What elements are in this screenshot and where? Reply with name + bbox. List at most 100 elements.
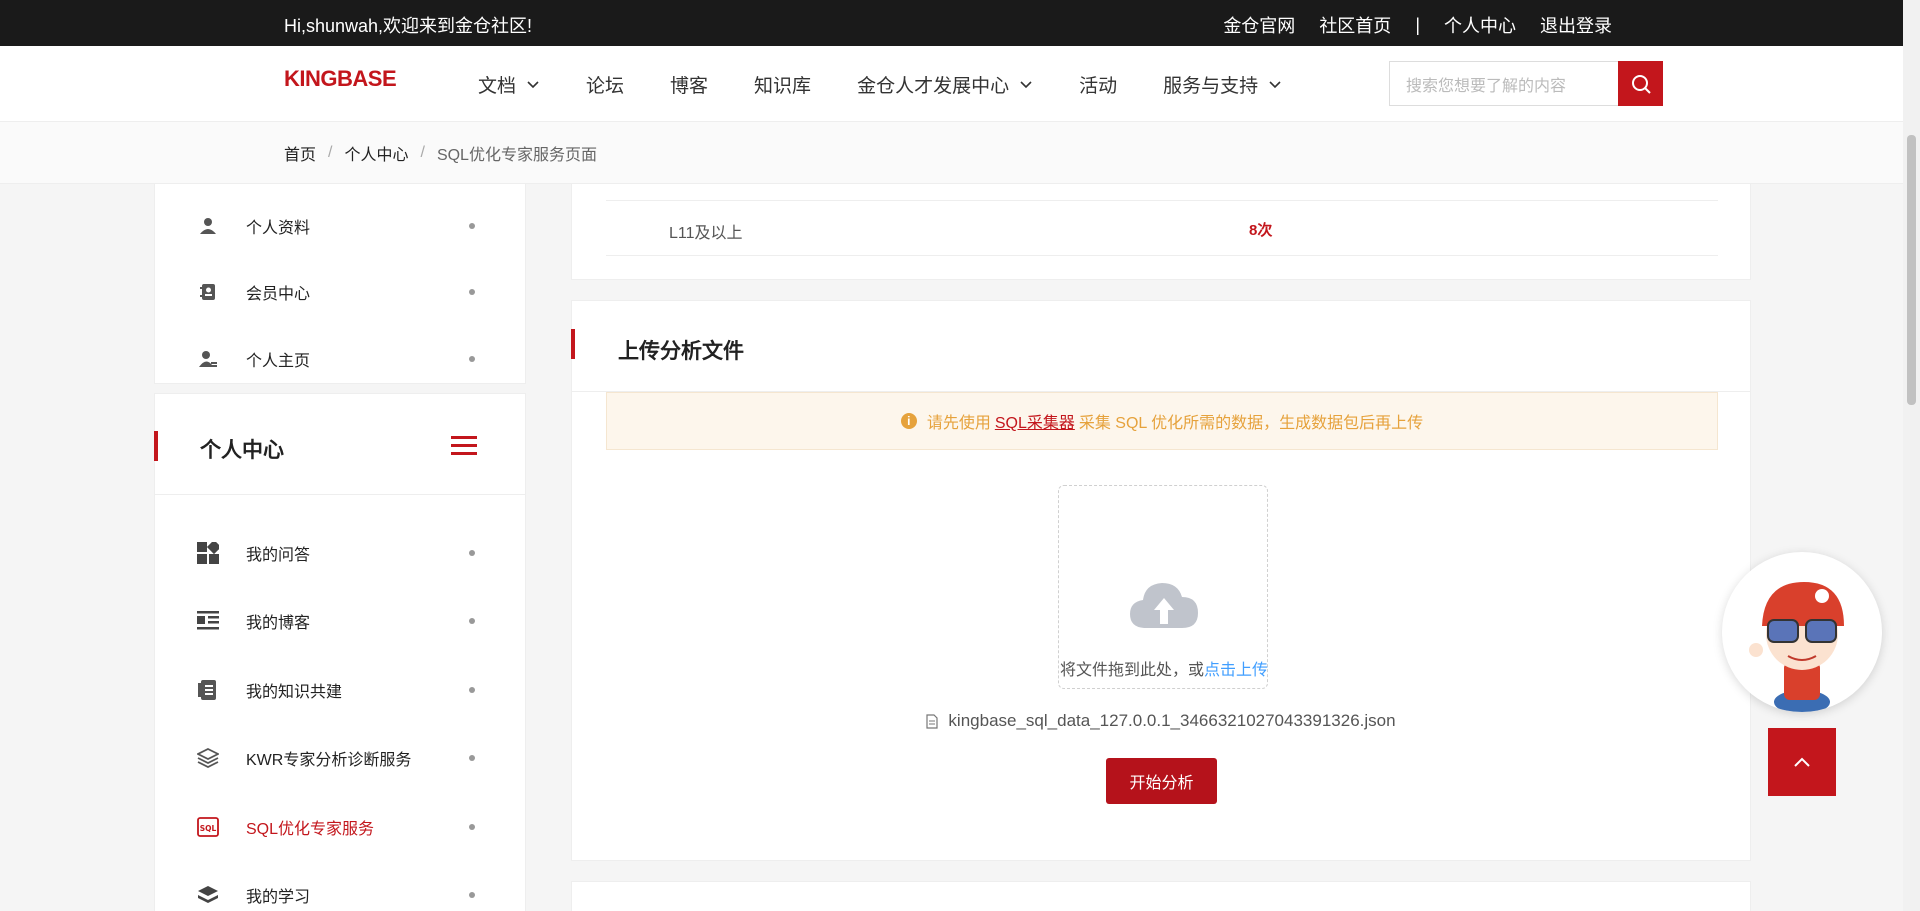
cloud-upload-icon [1130, 583, 1198, 628]
sidebar-item-member-center[interactable]: 会员中心 [155, 272, 527, 312]
nav-label: 论坛 [586, 75, 625, 97]
next-section-card [571, 881, 1751, 911]
user-home-icon [197, 348, 219, 370]
sidebar-item-label: KWR专家分析诊断服务 [246, 752, 412, 769]
menu-toggle-icon[interactable] [451, 436, 477, 456]
bullet-dot [469, 356, 475, 362]
bullet-dot [469, 892, 475, 898]
breadcrumb-current: SQL优化专家服务页面 [436, 146, 597, 164]
upload-section-title: 上传分析文件 [618, 340, 744, 363]
nav-events[interactable]: 活动 [1079, 71, 1117, 98]
sql-collector-link[interactable]: SQL采集器 [995, 409, 1075, 433]
alert-suffix: 采集 SQL 优化所需的数据，生成数据包后再上传 [1078, 415, 1424, 432]
sidebar-item-kwr-service[interactable]: KWR专家分析诊断服务 [155, 738, 527, 778]
bullet-dot [469, 755, 475, 761]
sidebar-item-profile[interactable]: 个人资料 [155, 206, 527, 246]
count-cell: 8次 [1249, 222, 1273, 239]
chevron-up-icon [1794, 757, 1810, 767]
personal-center-link[interactable]: 个人中心 [1444, 12, 1516, 38]
search-input[interactable]: 搜索您想要了解的内容 [1389, 61, 1618, 106]
nav-knowledge-base[interactable]: 知识库 [754, 71, 811, 98]
knowledge-book-icon [197, 679, 219, 701]
top-separator: | [1415, 14, 1420, 35]
main-nav: 文档 论坛 博客 知识库 金仓人才发展中心 活动 服务与支持 [478, 46, 1328, 122]
sidebar-item-label: 我的知识共建 [246, 684, 343, 701]
sidebar-item-label: 个人资料 [246, 220, 311, 237]
breadcrumb: 首页 / 个人中心 / SQL优化专家服务页面 [0, 122, 1903, 184]
community-home-link[interactable]: 社区首页 [1319, 12, 1391, 38]
sidebar-item-my-qa[interactable]: 我的问答 [155, 533, 527, 573]
sidebar-item-my-knowledge[interactable]: 我的知识共建 [155, 670, 527, 710]
uploaded-file: kingbase_sql_data_127.0.0.1_346632102704… [572, 711, 1750, 731]
svg-text:SQL: SQL [200, 824, 217, 833]
bullet-dot [469, 550, 475, 556]
qa-grid-icon [197, 542, 219, 564]
logout-link[interactable]: 退出登录 [1540, 12, 1612, 38]
sidebar-item-label: SQL优化专家服务 [246, 821, 375, 838]
alert-prefix: 请先使用 [926, 415, 991, 432]
welcome-text: Hi,shunwah,欢迎来到金仓社区! [284, 16, 533, 36]
sidebar-item-personal-home[interactable]: 个人主页 [155, 339, 527, 379]
table-row: L11及以上 8次 [606, 200, 1718, 256]
main-navbar: KINGBASE 文档 论坛 博客 知识库 金仓人才发展中心 活动 服务与支持 … [0, 46, 1903, 122]
mascot-assistant[interactable] [1722, 552, 1882, 712]
sidebar-section-title: 个人中心 [200, 439, 284, 462]
member-card-icon [197, 281, 219, 303]
bullet-dot [469, 223, 475, 229]
nav-forum[interactable]: 论坛 [586, 71, 624, 98]
chevron-down-icon [1269, 81, 1281, 89]
breadcrumb-separator: / [420, 143, 425, 161]
bullet-dot [469, 289, 475, 295]
kingbase-logo[interactable]: KINGBASE [284, 66, 397, 92]
stack-icon [197, 884, 219, 906]
nav-label: 博客 [670, 75, 709, 97]
breadcrumb-personal-center[interactable]: 个人中心 [344, 141, 408, 165]
scrollbar-thumb[interactable] [1907, 135, 1916, 405]
back-to-top-button[interactable] [1768, 728, 1836, 796]
sidebar-personal-center-card: 个人中心 我的问答 我的博客 我的知识共建 KWR专家分析诊断服务 SQL SQ… [154, 393, 526, 911]
level-cell: L11及以上 [669, 225, 743, 242]
nav-blog[interactable]: 博客 [670, 71, 708, 98]
drop-hint-text: 将文件拖到此处，或 [1059, 662, 1204, 679]
section-accent-bar [154, 431, 158, 461]
nav-label: 金仓人才发展中心 [857, 75, 1010, 97]
start-analysis-button[interactable]: 开始分析 [1106, 758, 1217, 804]
nav-label: 服务与支持 [1163, 75, 1259, 97]
sidebar-account-card: 个人资料 会员中心 个人主页 [154, 184, 526, 384]
info-icon: i [900, 413, 917, 429]
mascot-avatar-icon [1749, 582, 1844, 712]
sidebar-item-my-blog[interactable]: 我的博客 [155, 601, 527, 641]
nav-docs[interactable]: 文档 [478, 71, 540, 98]
upload-alert: i 请先使用 SQL采集器 采集 SQL 优化所需的数据，生成数据包后再上传 [606, 392, 1718, 450]
click-upload-link[interactable]: 点击上传 [1204, 662, 1268, 679]
nav-label: 知识库 [754, 75, 812, 97]
drop-hint: 将文件拖到此处，或点击上传 [1059, 656, 1269, 680]
blog-list-icon [197, 610, 219, 632]
chevron-down-icon [1020, 81, 1032, 89]
sql-icon: SQL [197, 816, 219, 838]
upload-card: 上传分析文件 i 请先使用 SQL采集器 采集 SQL 优化所需的数据，生成数据… [571, 300, 1751, 861]
bullet-dot [469, 618, 475, 624]
file-dropzone[interactable]: 将文件拖到此处，或点击上传 [1058, 485, 1268, 689]
nav-service-support[interactable]: 服务与支持 [1163, 71, 1282, 98]
sidebar-item-label: 会员中心 [246, 286, 311, 303]
breadcrumb-home[interactable]: 首页 [284, 141, 316, 165]
breadcrumb-separator: / [328, 143, 333, 161]
nav-talent-center[interactable]: 金仓人才发展中心 [857, 71, 1033, 98]
sidebar-item-label: 我的学习 [246, 889, 311, 906]
sidebar-item-label: 我的问答 [246, 547, 311, 564]
top-links: 金仓官网 社区首页 | 个人中心 退出登录 [1199, 12, 1612, 38]
layers-icon [197, 747, 219, 769]
search-button[interactable] [1618, 61, 1663, 106]
document-icon [926, 713, 939, 729]
section-accent-bar [571, 329, 575, 359]
file-name: kingbase_sql_data_127.0.0.1_346632102704… [948, 711, 1396, 730]
sidebar-item-my-learning[interactable]: 我的学习 [155, 875, 527, 911]
bullet-dot [469, 687, 475, 693]
sidebar-item-label: 我的博客 [246, 615, 311, 632]
sidebar-item-sql-service[interactable]: SQL SQL优化专家服务 [155, 807, 527, 847]
level-table-card: L11及以上 8次 [571, 184, 1751, 280]
official-site-link[interactable]: 金仓官网 [1223, 12, 1295, 38]
nav-label: 文档 [478, 75, 517, 97]
section-divider [155, 494, 525, 495]
